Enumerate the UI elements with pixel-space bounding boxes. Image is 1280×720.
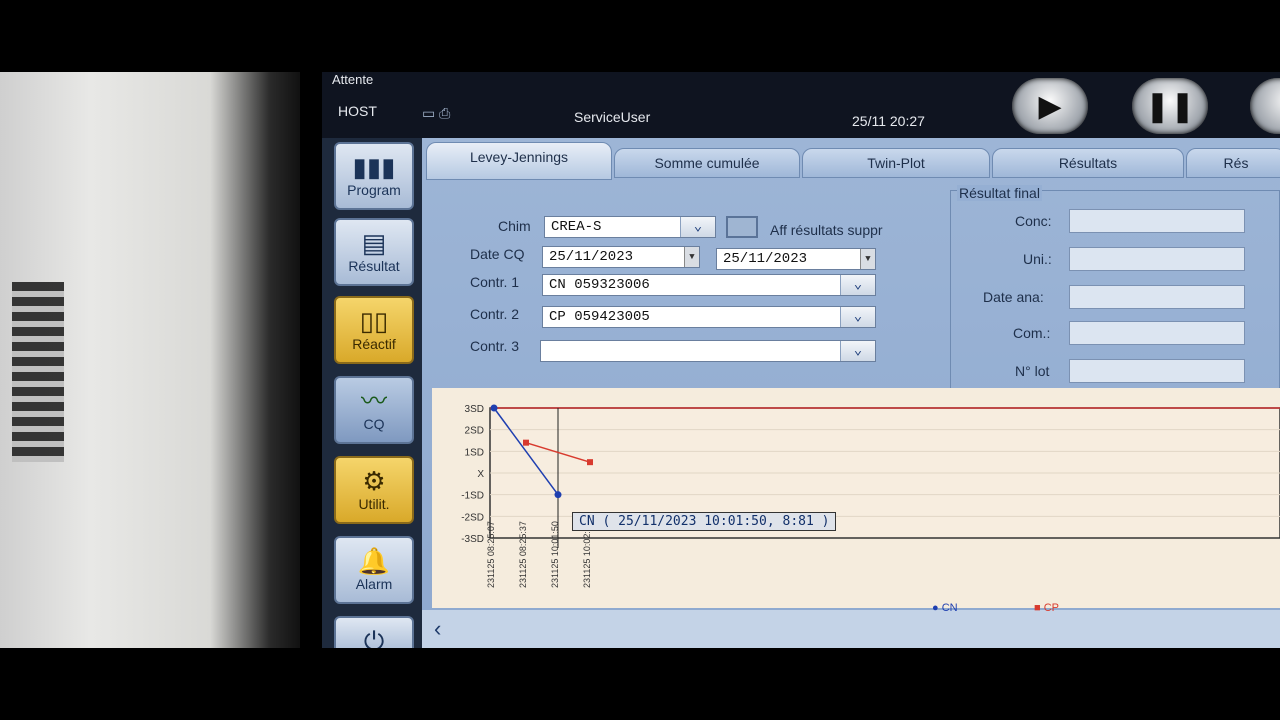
sidebar-label: Résultat bbox=[348, 258, 400, 274]
date-ana-label: Date ana: bbox=[983, 289, 1044, 305]
date-time: 25/11 20:27 bbox=[852, 113, 925, 129]
tab-more[interactable]: Rés bbox=[1186, 148, 1280, 178]
pause-button[interactable]: ❚❚ bbox=[1132, 78, 1208, 134]
chart-tooltip: CN ( 25/11/2023 10:01:50, 8:81 ) bbox=[572, 512, 837, 531]
result-icon: ▤ bbox=[361, 228, 387, 258]
chart-svg: 3SD 2SD 1SD X -1SD -2SD -3SD 231125 08:25:07 231… bbox=[461, 404, 1280, 588]
data-point-CP[interactable] bbox=[587, 459, 593, 466]
y-tick-label: -2SD bbox=[461, 512, 484, 523]
final-result-group: Résultat final Conc: Uni.: Date ana: Com… bbox=[950, 185, 1280, 390]
x-tick-label: 231125 10:02:21 bbox=[582, 521, 592, 588]
utility-icon: ⚙ bbox=[362, 466, 386, 496]
sidebar: ▮▮▮ Program ▤ Résultat ▯▯ Réactif 〰 CQ ⚙… bbox=[322, 138, 422, 648]
play-button[interactable]: ▶ bbox=[1012, 78, 1088, 134]
tab-resultats[interactable]: Résultats bbox=[992, 148, 1184, 178]
sidebar-label: Utilit. bbox=[358, 496, 390, 512]
vent-grille bbox=[12, 282, 64, 462]
unit-label: Uni.: bbox=[1023, 251, 1052, 267]
computer-icon: ▭ ⎙ bbox=[422, 105, 451, 121]
back-arrow-icon[interactable]: ‹ bbox=[434, 616, 441, 642]
sidebar-power-button[interactable]: ⏻ bbox=[334, 616, 414, 648]
final-title: Résultat final bbox=[957, 185, 1042, 201]
date-to-select[interactable]: 25/11/2023 ▼ bbox=[716, 248, 876, 270]
tab-twin-plot[interactable]: Twin-Plot bbox=[802, 148, 990, 178]
sidebar-result-button[interactable]: ▤ Résultat bbox=[334, 218, 414, 286]
lot-label: N° lot bbox=[1015, 363, 1050, 379]
date-label: Date CQ bbox=[470, 246, 525, 262]
chevron-down-icon[interactable]: ▼ bbox=[860, 249, 875, 269]
data-point-CP[interactable] bbox=[523, 439, 529, 446]
date-to-value: 25/11/2023 bbox=[723, 251, 808, 267]
chim-select[interactable]: CREA-S ⌄ bbox=[544, 216, 716, 238]
contr2-label: Contr. 2 bbox=[470, 306, 520, 322]
sidebar-label: Program bbox=[347, 182, 401, 198]
y-tick-label: 2SD bbox=[465, 426, 484, 437]
levey-jennings-chart: 3SD 2SD 1SD X -1SD -2SD -3SD 231125 08:25:07 231… bbox=[432, 388, 1280, 608]
chevron-down-icon[interactable]: ⌄ bbox=[840, 341, 875, 361]
qc-chart-icon: 〰 bbox=[360, 386, 387, 416]
data-point-CN[interactable] bbox=[554, 491, 562, 499]
monitor-bezel bbox=[0, 72, 300, 648]
qc-panel: Levey-Jennings Somme cumulée Twin-Plot R… bbox=[422, 138, 1280, 648]
com-label: Com.: bbox=[1013, 325, 1051, 341]
stop-button[interactable] bbox=[1250, 78, 1280, 134]
sidebar-qc-button[interactable]: 〰 CQ bbox=[334, 376, 414, 444]
status-text: Attente bbox=[332, 72, 374, 87]
contr2-select[interactable]: CP 059423005 ⌄ bbox=[542, 306, 876, 328]
program-icon: ▮▮▮ bbox=[352, 152, 396, 182]
analyzer-screen: Attente HOST ▭ ⎙ ServiceUser 25/11 20:27… bbox=[322, 72, 1280, 648]
sidebar-label: Réactif bbox=[352, 336, 396, 352]
date-from-select[interactable]: 25/11/2023 ▼ bbox=[542, 246, 700, 268]
legend-cp: ■ CP bbox=[1034, 602, 1059, 614]
chevron-down-icon[interactable]: ⌄ bbox=[680, 217, 715, 237]
contr3-label: Contr. 3 bbox=[470, 338, 520, 354]
user-name: ServiceUser bbox=[574, 109, 651, 125]
y-tick-label: -1SD bbox=[461, 491, 484, 502]
host-label: HOST bbox=[338, 103, 377, 119]
x-tick-label: 231125 08:25:37 bbox=[518, 521, 528, 588]
sidebar-label: CQ bbox=[363, 416, 385, 432]
contr1-select[interactable]: CN 059323006 ⌄ bbox=[542, 274, 876, 296]
bottom-bar: ‹ ● CN ■ CP bbox=[422, 602, 1280, 648]
date-ana-field bbox=[1069, 285, 1245, 309]
reagent-icon: ▯▯ bbox=[359, 306, 389, 336]
chevron-down-icon[interactable]: ⌄ bbox=[840, 275, 875, 295]
sidebar-reagent-button[interactable]: ▯▯ Réactif bbox=[334, 296, 414, 364]
aff-label: Aff résultats suppr bbox=[770, 222, 883, 238]
chevron-down-icon[interactable]: ⌄ bbox=[840, 307, 875, 327]
conc-field bbox=[1069, 209, 1245, 233]
chevron-down-icon[interactable]: ▼ bbox=[684, 247, 699, 267]
data-point-CN[interactable] bbox=[490, 404, 498, 412]
x-tick-label: 231125 10:01:50 bbox=[550, 521, 560, 588]
power-icon: ⏻ bbox=[363, 626, 385, 648]
sidebar-label: Alarm bbox=[355, 576, 393, 592]
com-field bbox=[1069, 321, 1245, 345]
x-tick-label: 231125 08:25:07 bbox=[486, 521, 496, 588]
chim-label: Chim bbox=[498, 218, 531, 234]
status-bar: Attente HOST ▭ ⎙ ServiceUser 25/11 20:27… bbox=[322, 72, 1280, 138]
unit-field bbox=[1069, 247, 1245, 271]
y-tick-label: -3SD bbox=[461, 534, 484, 545]
contr1-label: Contr. 1 bbox=[470, 274, 520, 290]
aff-checkbox[interactable] bbox=[726, 216, 758, 238]
date-from-value: 25/11/2023 bbox=[549, 249, 634, 265]
y-tick-label: 1SD bbox=[465, 447, 484, 458]
bell-icon: 🔔 bbox=[357, 546, 391, 576]
contr3-select[interactable]: ⌄ bbox=[540, 340, 876, 362]
contr1-value: CN 059323006 bbox=[549, 277, 650, 293]
lot-field bbox=[1069, 359, 1245, 383]
y-tick-label: X bbox=[477, 469, 484, 480]
tab-bar: Levey-Jennings Somme cumulée Twin-Plot R… bbox=[422, 138, 1280, 180]
chim-value: CREA-S bbox=[551, 219, 602, 235]
sidebar-program-button[interactable]: ▮▮▮ Program bbox=[334, 142, 414, 210]
tab-somme-cumulee[interactable]: Somme cumulée bbox=[614, 148, 800, 178]
conc-label: Conc: bbox=[1015, 213, 1052, 229]
tab-levey-jennings[interactable]: Levey-Jennings bbox=[426, 142, 612, 180]
contr2-value: CP 059423005 bbox=[549, 309, 650, 325]
sidebar-utility-button[interactable]: ⚙ Utilit. bbox=[334, 456, 414, 524]
sidebar-alarm-button[interactable]: 🔔 Alarm bbox=[334, 536, 414, 604]
legend-cn: ● CN bbox=[932, 602, 958, 614]
y-tick-label: 3SD bbox=[465, 404, 484, 415]
